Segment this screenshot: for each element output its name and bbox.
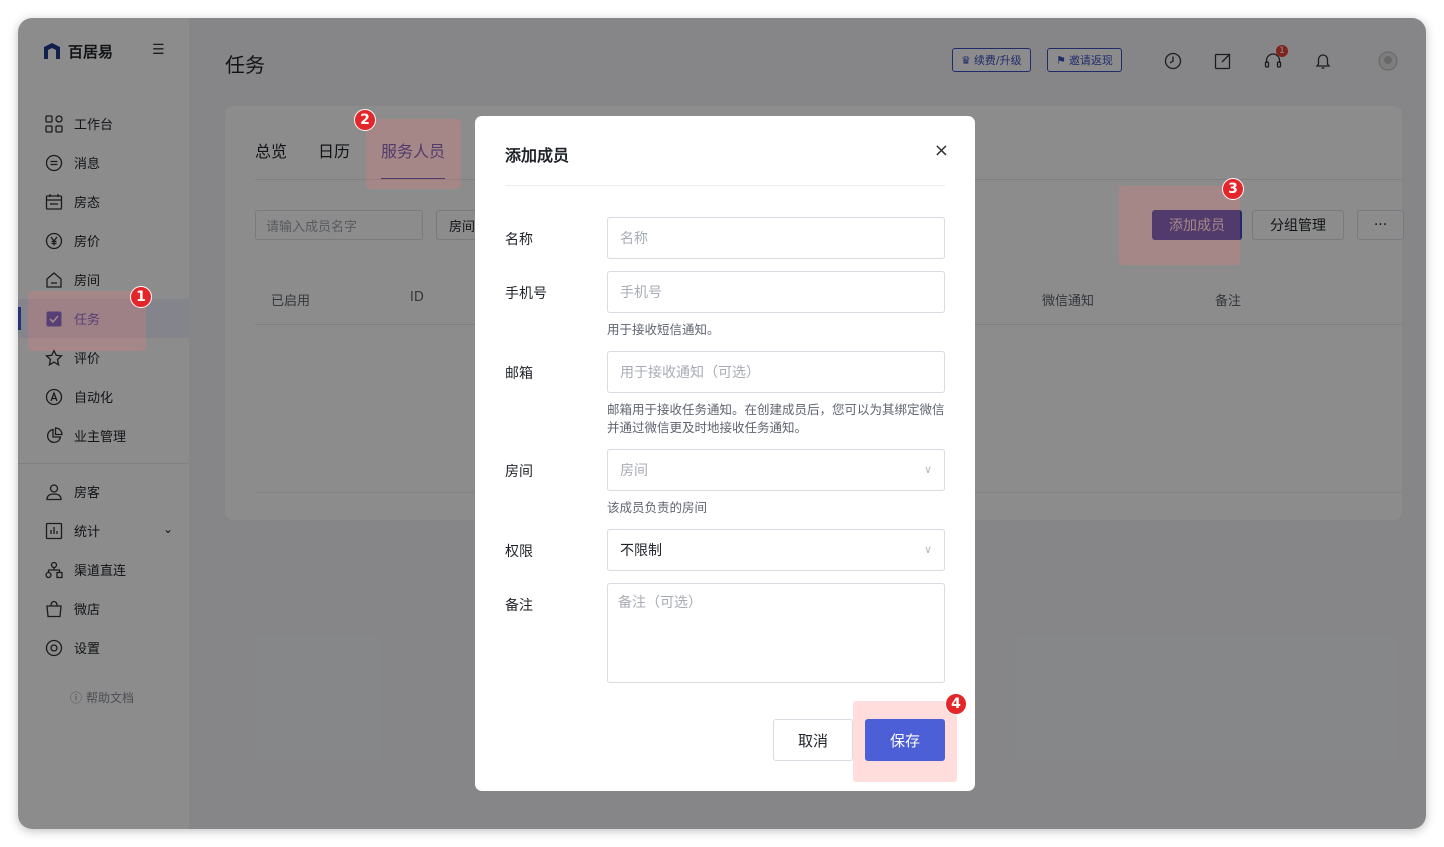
name-label: 名称	[505, 232, 533, 248]
chevron-down-icon: ∨	[923, 543, 932, 556]
permission-select-value: 不限制	[620, 543, 662, 559]
close-icon[interactable]: ×	[934, 140, 949, 161]
permission-label: 权限	[505, 544, 533, 560]
note-textarea[interactable]: 备注（可选）	[607, 583, 945, 683]
highlight-service-staff-tab	[366, 119, 461, 189]
name-field[interactable]: 名称	[607, 217, 945, 259]
phone-field[interactable]: 手机号	[607, 271, 945, 313]
phone-help-text: 用于接收短信通知。	[607, 322, 720, 337]
add-member-dialog: 添加成员 × 名称 名称 手机号 手机号 用于接收短信通知。 邮箱 用于接收通知…	[475, 116, 975, 791]
email-label: 邮箱	[505, 366, 533, 382]
app-window: 百居易 ☰ 工作台 消息 房态 房价 房间 任务 评价 自动化 业主管理 房客 …	[18, 18, 1426, 829]
step-marker-2: 2	[354, 109, 376, 131]
highlight-add-member	[1119, 186, 1240, 265]
permission-select[interactable]: 不限制 ∨	[607, 529, 945, 571]
email-help-text: 邮箱用于接收任务通知。在创建成员后，您可以为其绑定微信并通过微信更及时地接收任务…	[607, 402, 945, 435]
step-marker-3: 3	[1222, 178, 1244, 200]
highlight-tasks	[28, 291, 146, 351]
phone-label: 手机号	[505, 286, 547, 302]
email-field[interactable]: 用于接收通知（可选）	[607, 351, 945, 393]
save-button[interactable]: 保存	[865, 719, 945, 761]
cancel-button[interactable]: 取消	[773, 719, 853, 761]
dialog-title: 添加成员	[505, 146, 570, 165]
note-label: 备注	[505, 598, 533, 614]
step-marker-1: 1	[130, 286, 152, 308]
step-marker-4: 4	[945, 693, 967, 715]
room-help-text: 该成员负责的房间	[607, 500, 708, 515]
room-select-placeholder: 房间	[620, 463, 648, 479]
room-select[interactable]: 房间 ∨	[607, 449, 945, 491]
room-label: 房间	[505, 464, 533, 480]
chevron-down-icon: ∨	[923, 463, 932, 476]
dialog-divider	[505, 185, 945, 186]
